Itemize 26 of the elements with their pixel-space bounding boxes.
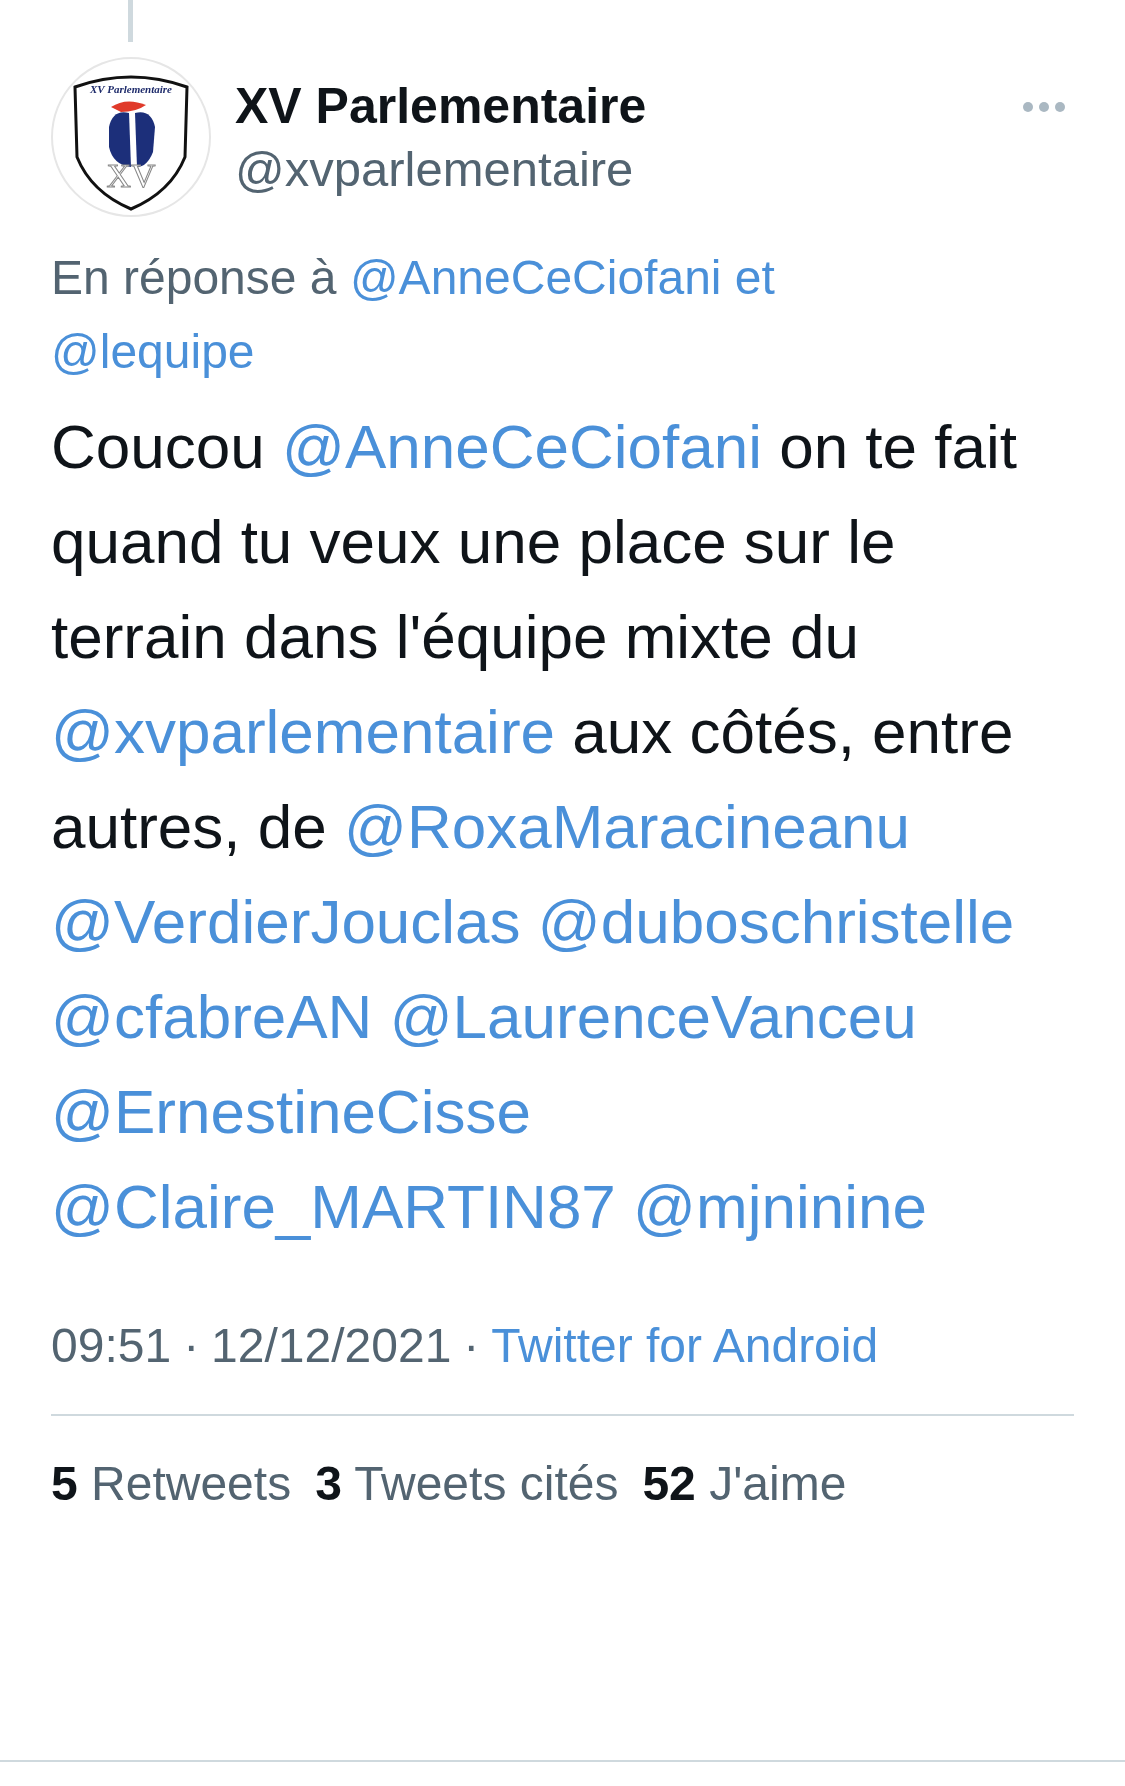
mention-link[interactable]: @ErnestineCisse [51,1077,531,1146]
mention-link[interactable]: @Claire_MARTIN87 [51,1172,616,1241]
mention-link[interactable]: @AnneCeCiofani [281,412,762,481]
separator-dot: · [183,1318,200,1374]
tweet-date: 12/12/2021 [211,1318,452,1374]
avatar-logo[interactable]: XV Parlementaire XV [51,57,211,217]
engagement-stat[interactable]: 5 Retweets [51,1454,292,1514]
source-link[interactable]: Twitter for Android [491,1316,879,1376]
author-handle[interactable]: @xvparlementaire [235,138,647,200]
mention-link[interactable]: @VerdierJouclas [51,887,521,956]
tweet-text: Coucou @AnneCeCiofani on te fait quand tu veux une place sur le terrain dans l'équipe mixte du @xvparlementaire aux côtés, entre autres, de @RoxaMaracineanu @VerdierJouclas @duboschristelle @cfabreAN @LaurenceVanceu @ErnestineCisse @Claire_MARTIN87 @mjninine [51,411,1018,1243]
mention-link[interactable]: @RoxaMaracineanu [343,792,911,861]
mention-link[interactable]: @LaurenceVanceu [389,982,917,1051]
engagement-stat[interactable]: 3 Tweets cités [315,1454,619,1514]
tweet-time: 09:51 [51,1318,172,1374]
mention-link[interactable]: @mjninine [633,1172,927,1241]
reply-context: En réponse à @AnneCeCiofani et @lequipe [51,250,776,380]
mention-link[interactable]: @duboschristelle [537,887,1015,956]
mention-link[interactable]: @AnneCeCiofani [349,251,722,304]
mention-link[interactable]: @lequipe [51,325,255,378]
more-options-icon[interactable] [1022,101,1066,113]
separator-dot: · [463,1318,480,1374]
mention-link[interactable]: @cfabreAN [51,982,373,1051]
mention-link[interactable]: @xvparlementaire [51,697,556,766]
author-name[interactable]: XV Parlementaire [235,74,647,138]
engagement-stat[interactable]: 52 J'aime [642,1454,847,1514]
